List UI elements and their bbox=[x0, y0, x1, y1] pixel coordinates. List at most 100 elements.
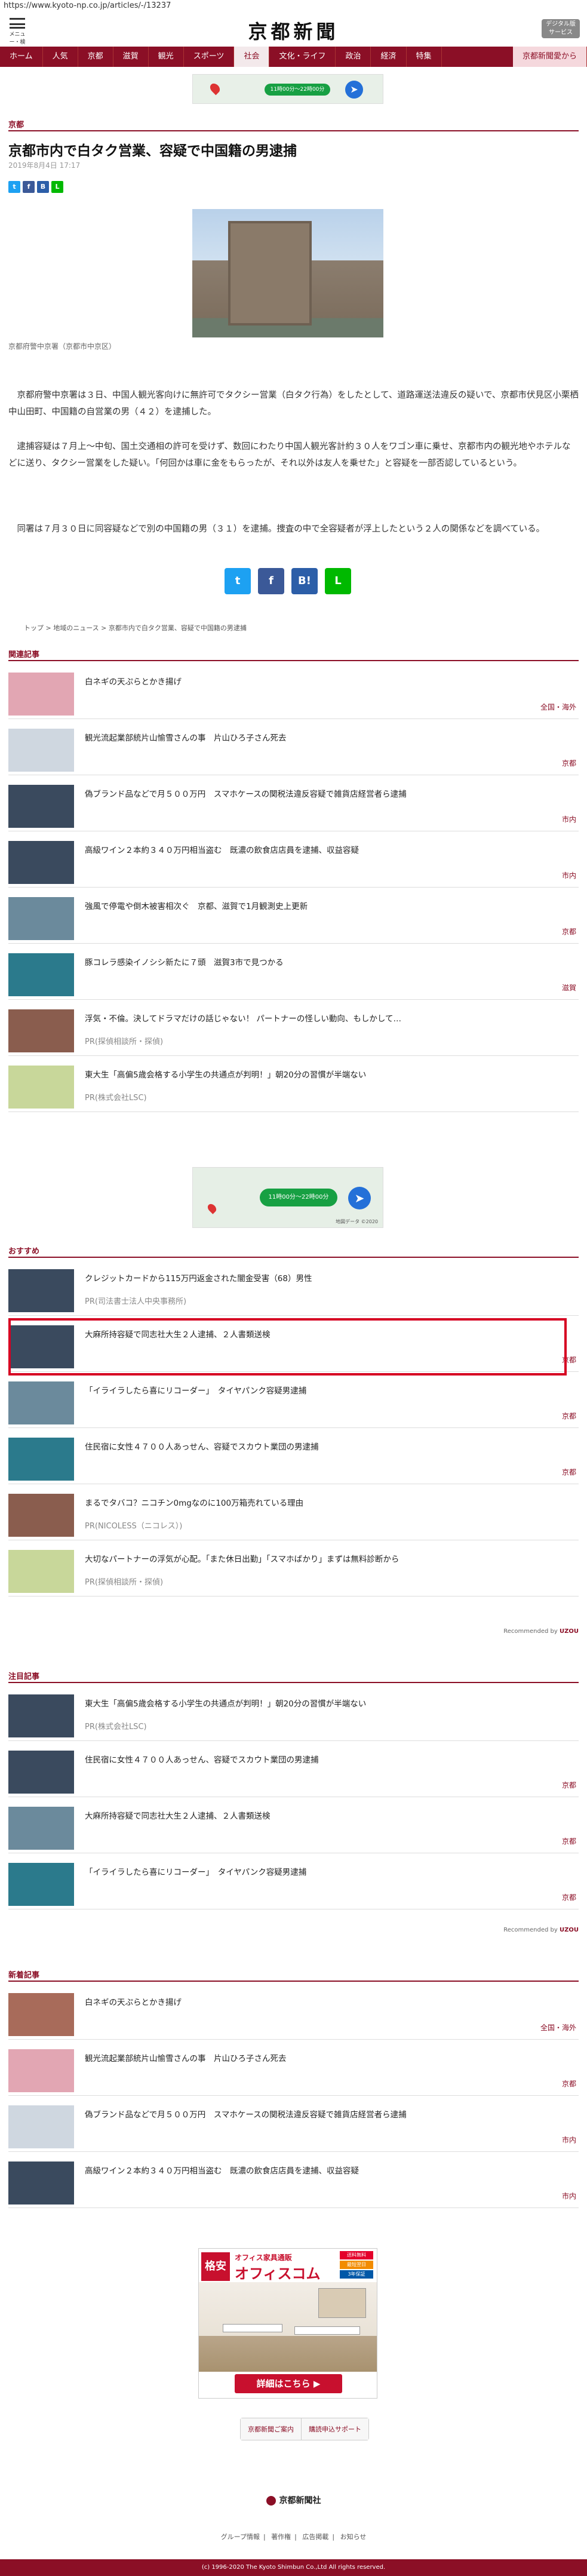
sponsor-label: PR(株式会社LSC) bbox=[85, 1723, 147, 1731]
nav-item[interactable]: 滋賀 bbox=[113, 47, 149, 67]
list-item[interactable]: クレジットカードから115万円返金された闇金受害（68）男性 PR(司法書士法人中… bbox=[8, 1264, 579, 1316]
list-item-title[interactable]: 偽ブランド品などで月５００万円 スマホケースの関税法違反容疑で雑貨店経営者ら逮捕 bbox=[85, 787, 563, 799]
list-item-title[interactable]: クレジットカードから115万円返金された闇金受害（68）男性 bbox=[85, 1272, 563, 1284]
list-item[interactable]: 白ネギの天ぷらとかき揚げ全国・海外 bbox=[8, 668, 579, 719]
list-item[interactable]: 住民宿に女性４７００人あっせん、容疑でスカウト業団の男逮捕京都 bbox=[8, 1433, 579, 1484]
top-map-ad[interactable]: 11時00分～22時00分 ➤ bbox=[192, 74, 383, 104]
thumbnail bbox=[8, 1863, 74, 1906]
list-item[interactable]: 高級ワイン２本約３４０万円相当盗む 既濃の飲食店店員を逮捕、収益容疑市内 bbox=[8, 836, 579, 888]
nav-item[interactable]: 経済 bbox=[371, 47, 407, 67]
list-item-title[interactable]: 「イライラしたら喜にリコーダー」 タイヤパンク容疑男逮捕 bbox=[85, 1384, 563, 1396]
list-item[interactable]: まるでタバコ？ニコチン0mgなのに100万箱売れている理由 PR(NICOLESS… bbox=[8, 1489, 579, 1540]
list-item-title[interactable]: 偽ブランド品などで月５００万円 スマホケースの関税法違反容疑で雑貨店経営者ら逮捕 bbox=[85, 2108, 563, 2120]
highlighted-ad-item[interactable] bbox=[8, 1318, 567, 1375]
nav-special[interactable]: 京都新聞愛から bbox=[512, 47, 587, 67]
hatena-icon[interactable]: B! bbox=[291, 568, 318, 594]
nav-item[interactable]: 社会 bbox=[234, 47, 270, 67]
list-item[interactable]: 豚コレラ感染イノシシ新たに７頭 滋賀3市で見つかる滋賀 bbox=[8, 948, 579, 1000]
list-item-title[interactable]: 住民宿に女性４７００人あっせん、容疑でスカウト業団の男逮捕 bbox=[85, 1440, 563, 1452]
line-icon[interactable]: L bbox=[51, 181, 63, 193]
footer-link[interactable]: 著作権 bbox=[271, 2533, 291, 2541]
category-tag[interactable]: 京都 bbox=[562, 1836, 576, 1846]
list-item-title[interactable]: 浮気・不倫。決してドラマだけの話じゃない！ パートナーの怪しい動向、もしかして… bbox=[85, 1012, 563, 1024]
list-item-title[interactable]: 「イライラしたら喜にリコーダー」 タイヤパンク容疑男逮捕 bbox=[85, 1865, 563, 1877]
list-item-title[interactable]: 強風で停電や倒木被害相次ぐ 京都、滋賀で1月観測史上更新 bbox=[85, 899, 563, 911]
nav-item[interactable]: 政治 bbox=[336, 47, 371, 67]
info-button[interactable]: 京都新聞ご案内 bbox=[241, 2418, 302, 2440]
list-item-title[interactable]: 東大生「高偏5歳会格する小学生の共通点が判明！」朝20分の習慣が半端ない bbox=[85, 1697, 563, 1709]
category-tag[interactable]: 滋賀 bbox=[562, 982, 576, 993]
nav-item[interactable]: 京都 bbox=[78, 47, 113, 67]
category-tag[interactable]: 市内 bbox=[562, 2191, 576, 2201]
line-icon[interactable]: L bbox=[325, 568, 351, 594]
breadcrumb-item[interactable]: トップ bbox=[24, 624, 44, 632]
nav-item[interactable]: 人気 bbox=[43, 47, 78, 67]
list-item-title[interactable]: 観光流起業部統片山愉雪さんの事 片山ひろ子さん死去 bbox=[85, 731, 563, 743]
list-item-title[interactable]: まるでタバコ？ニコチン0mgなのに100万箱売れている理由 bbox=[85, 1496, 563, 1508]
list-item[interactable]: 大切なパートナーの浮気が心配。「また休日出勤」「スマホばかり」まずは無料診断から… bbox=[8, 1545, 579, 1596]
list-item[interactable]: 「イライラしたら喜にリコーダー」 タイヤパンク容疑男逮捕京都 bbox=[8, 1858, 579, 1909]
category-tag[interactable]: 京都 bbox=[562, 1467, 576, 1477]
list-item-title[interactable]: 観光流起業部統片山愉雪さんの事 片山ひろ子さん死去 bbox=[85, 2052, 563, 2064]
nav-item[interactable]: スポーツ bbox=[184, 47, 235, 67]
list-item[interactable]: 観光流起業部統片山愉雪さんの事 片山ひろ子さん死去京都 bbox=[8, 2044, 579, 2096]
directions-icon[interactable]: ➤ bbox=[348, 1187, 371, 1209]
category-tag[interactable]: 全国・海外 bbox=[540, 702, 576, 712]
category-tag[interactable]: 市内 bbox=[562, 870, 576, 880]
twitter-icon[interactable]: t bbox=[225, 568, 251, 594]
breadcrumb-item[interactable]: 地域のニュース bbox=[53, 624, 99, 632]
list-item-title[interactable]: 大切なパートナーの浮気が心配。「また休日出勤」「スマホばかり」まずは無料診断から bbox=[85, 1552, 563, 1564]
list-item[interactable]: 東大生「高偏5歳会格する小学生の共通点が判明！」朝20分の習慣が半端ない PR(株… bbox=[8, 1690, 579, 1741]
map-ad[interactable]: 11時00分～22時00分 ➤ 地図データ ©2020 bbox=[192, 1167, 383, 1228]
list-item-title[interactable]: 白ネギの天ぷらとかき揚げ bbox=[85, 675, 563, 687]
list-item[interactable]: 強風で停電や倒木被害相次ぐ 京都、滋賀で1月観測史上更新京都 bbox=[8, 892, 579, 944]
hatena-icon[interactable]: B bbox=[37, 181, 49, 193]
nav-item[interactable]: 観光 bbox=[149, 47, 184, 67]
nav-item[interactable]: 文化・ライフ bbox=[269, 47, 336, 67]
list-item[interactable]: 東大生「高偏5歳会格する小学生の共通点が判明！」朝20分の習慣が半端ない PR(株… bbox=[8, 1061, 579, 1112]
list-item[interactable]: 「イライラしたら喜にリコーダー」 タイヤパンク容疑男逮捕京都 bbox=[8, 1377, 579, 1428]
subscribe-support-button[interactable]: 購読申込サポート bbox=[302, 2418, 368, 2440]
list-item[interactable]: 偽ブランド品などで月５００万円 スマホケースの関税法違反容疑で雑貨店経営者ら逮捕… bbox=[8, 780, 579, 831]
digital-service-button[interactable]: デジタル版 サービス bbox=[542, 19, 580, 38]
list-item[interactable]: 観光流起業部統片山愉雪さんの事 片山ひろ子さん死去京都 bbox=[8, 724, 579, 775]
category-tag[interactable]: 京都 bbox=[562, 1411, 576, 1421]
list-item-title[interactable]: 東大生「高偏5歳会格する小学生の共通点が判明！」朝20分の習慣が半端ない bbox=[85, 1068, 563, 1080]
category-tag[interactable]: 京都 bbox=[562, 1892, 576, 1902]
list-item-title[interactable]: 大麻所持容疑で同志社大生２人逮捕、２人書類送検 bbox=[85, 1809, 563, 1821]
category-tag[interactable]: 市内 bbox=[562, 2135, 576, 2145]
list-item[interactable]: 浮気・不倫。決してドラマだけの話じゃない！ パートナーの怪しい動向、もしかして…… bbox=[8, 1005, 579, 1056]
directions-icon[interactable]: ➤ bbox=[345, 81, 363, 99]
list-item[interactable]: 白ネギの天ぷらとかき揚げ全国・海外 bbox=[8, 1988, 579, 2040]
nav-item[interactable]: 特集 bbox=[407, 47, 442, 67]
list-item-title[interactable]: 白ネギの天ぷらとかき揚げ bbox=[85, 1995, 563, 2007]
category-tag[interactable]: 市内 bbox=[562, 814, 576, 824]
list-item[interactable]: 高級ワイン２本約３４０万円相当盗む 既濃の飲食店店員を逮捕、収益容疑市内 bbox=[8, 2157, 579, 2208]
list-item[interactable]: 住民宿に女性４７００人あっせん、容疑でスカウト業団の男逮捕京都 bbox=[8, 1746, 579, 1797]
list-item[interactable]: 偽ブランド品などで月５００万円 スマホケースの関税法違反容疑で雑貨店経営者ら逮捕… bbox=[8, 2101, 579, 2152]
thumbnail bbox=[8, 1438, 74, 1481]
category-tag[interactable]: 京都 bbox=[562, 2078, 576, 2089]
category-tag[interactable]: 京都 bbox=[562, 758, 576, 768]
site-logo[interactable]: 京都新聞 bbox=[215, 17, 372, 43]
divider bbox=[8, 2039, 579, 2040]
list-item-title[interactable]: 高級ワイン２本約３４０万円相当盗む 既濃の飲食店店員を逮捕、収益容疑 bbox=[85, 843, 563, 855]
footer-link[interactable]: 広告掲載 bbox=[302, 2533, 328, 2541]
ad-cta-button[interactable]: 詳細はこちら ▶ bbox=[235, 2374, 342, 2393]
category-tag[interactable]: 全国・海外 bbox=[540, 2022, 576, 2032]
category-tag[interactable]: 京都 bbox=[562, 926, 576, 937]
nav-item[interactable]: ホーム bbox=[0, 47, 43, 67]
facebook-icon[interactable]: f bbox=[23, 181, 35, 193]
footer-link[interactable]: グループ情報 bbox=[221, 2533, 260, 2541]
company-mark-icon bbox=[266, 2496, 276, 2506]
office-furniture-ad[interactable]: 格安 オフィス家具通販 オフィスコム 送料無料 最短翌日 3年保証 詳細はこちら… bbox=[198, 2248, 377, 2399]
facebook-icon[interactable]: f bbox=[258, 568, 284, 594]
footer-link[interactable]: お知らせ bbox=[340, 2533, 367, 2541]
list-item-title[interactable]: 豚コレラ感染イノシシ新たに７頭 滋賀3市で見つかる bbox=[85, 956, 563, 968]
list-item-title[interactable]: 高級ワイン２本約３４０万円相当盗む 既濃の飲食店店員を逮捕、収益容疑 bbox=[85, 2164, 563, 2176]
twitter-icon[interactable]: t bbox=[8, 181, 20, 193]
category-tag[interactable]: 京都 bbox=[562, 1780, 576, 1790]
footer-logo[interactable]: 京都新聞社 bbox=[0, 2494, 587, 2506]
list-item[interactable]: 大麻所持容疑で同志社大生２人逮捕、２人書類送検京都 bbox=[8, 1802, 579, 1853]
list-item-title[interactable]: 住民宿に女性４７００人あっせん、容疑でスカウト業団の男逮捕 bbox=[85, 1753, 563, 1765]
